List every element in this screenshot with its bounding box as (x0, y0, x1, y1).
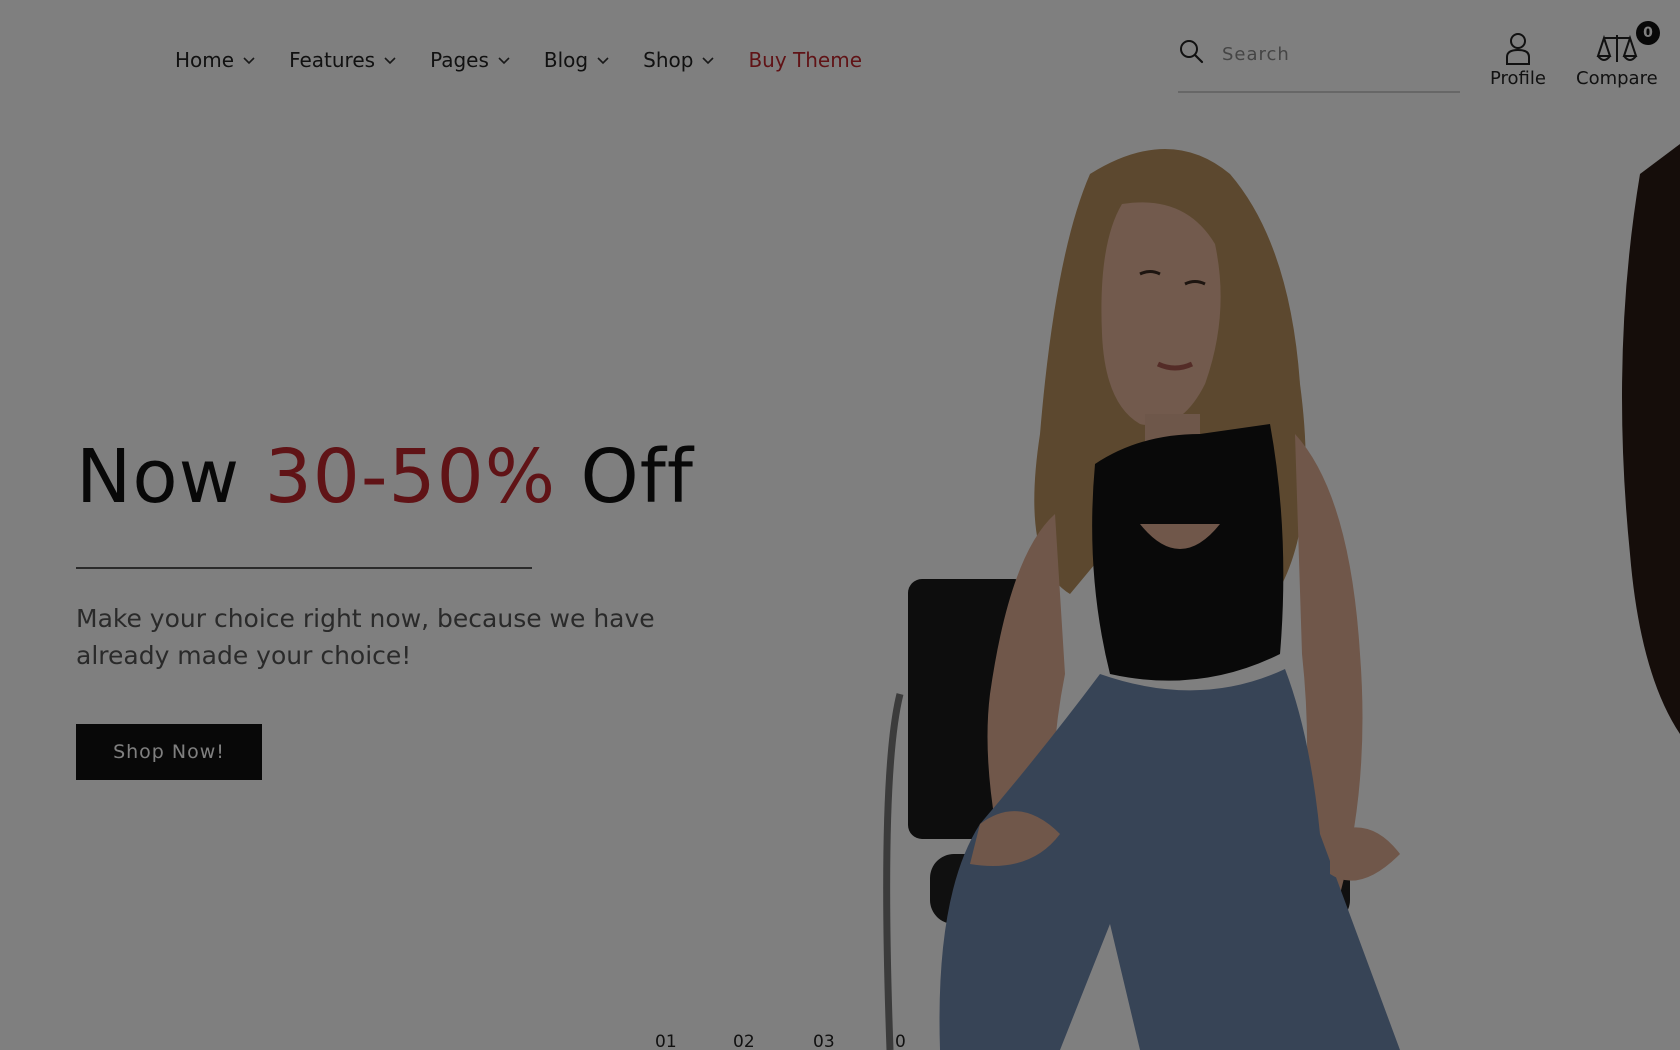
nav-item-shop[interactable]: Shop (643, 48, 715, 72)
nav-item-label: Shop (643, 48, 694, 72)
chevron-down-icon (597, 57, 609, 65)
nav-item-home[interactable]: Home (175, 48, 256, 72)
nav-item-label: Home (175, 48, 235, 72)
hero-headline: Now 30-50% Off (76, 434, 694, 520)
chevron-down-icon (243, 57, 255, 65)
main-nav: Home Features Pages Blog Shop Buy Theme (175, 48, 862, 72)
slide-indicator-1[interactable]: 01 (655, 1032, 677, 1050)
nav-item-label: Features (289, 48, 376, 72)
nav-item-label: Blog (543, 48, 589, 72)
nav-item-label: Pages (430, 48, 489, 72)
profile-button[interactable]: Profile (1490, 32, 1546, 89)
nav-item-buy-theme[interactable]: Buy Theme (748, 48, 862, 72)
hero-divider (76, 567, 532, 569)
hero-model-image (883, 144, 1680, 1050)
user-icon (1505, 33, 1530, 65)
nav-item-blog[interactable]: Blog (544, 48, 610, 72)
headline-suffix: Off (556, 434, 694, 520)
chevron-down-icon (702, 57, 715, 65)
nav-item-label: Buy Theme (748, 48, 863, 72)
chevron-down-icon (384, 57, 396, 65)
headline-prefix: Now (76, 434, 265, 520)
headline-discount: 30-50% (264, 434, 557, 520)
profile-label: Profile (1490, 68, 1546, 89)
search-input[interactable] (1220, 40, 1454, 68)
compare-count-badge: 0 (1636, 21, 1660, 45)
slide-indicator-2[interactable]: 02 (733, 1032, 755, 1050)
site-header: Home Features Pages Blog Shop Buy Theme (0, 0, 1680, 134)
hero-slider: Now 30-50% Off Make your choice right no… (0, 134, 1680, 1050)
nav-item-features[interactable]: Features (289, 48, 397, 72)
shop-now-button[interactable]: Shop Now! (76, 724, 262, 780)
slide-indicator-3[interactable]: 03 (813, 1032, 835, 1050)
nav-item-pages[interactable]: Pages (430, 48, 511, 72)
scale-icon (1596, 34, 1638, 62)
chevron-down-icon (498, 57, 510, 65)
search-icon[interactable] (1178, 38, 1204, 64)
hero-subtitle: Make your choice right now, because we h… (76, 604, 655, 670)
search-box (1178, 36, 1460, 93)
compare-label: Compare (1576, 68, 1658, 89)
